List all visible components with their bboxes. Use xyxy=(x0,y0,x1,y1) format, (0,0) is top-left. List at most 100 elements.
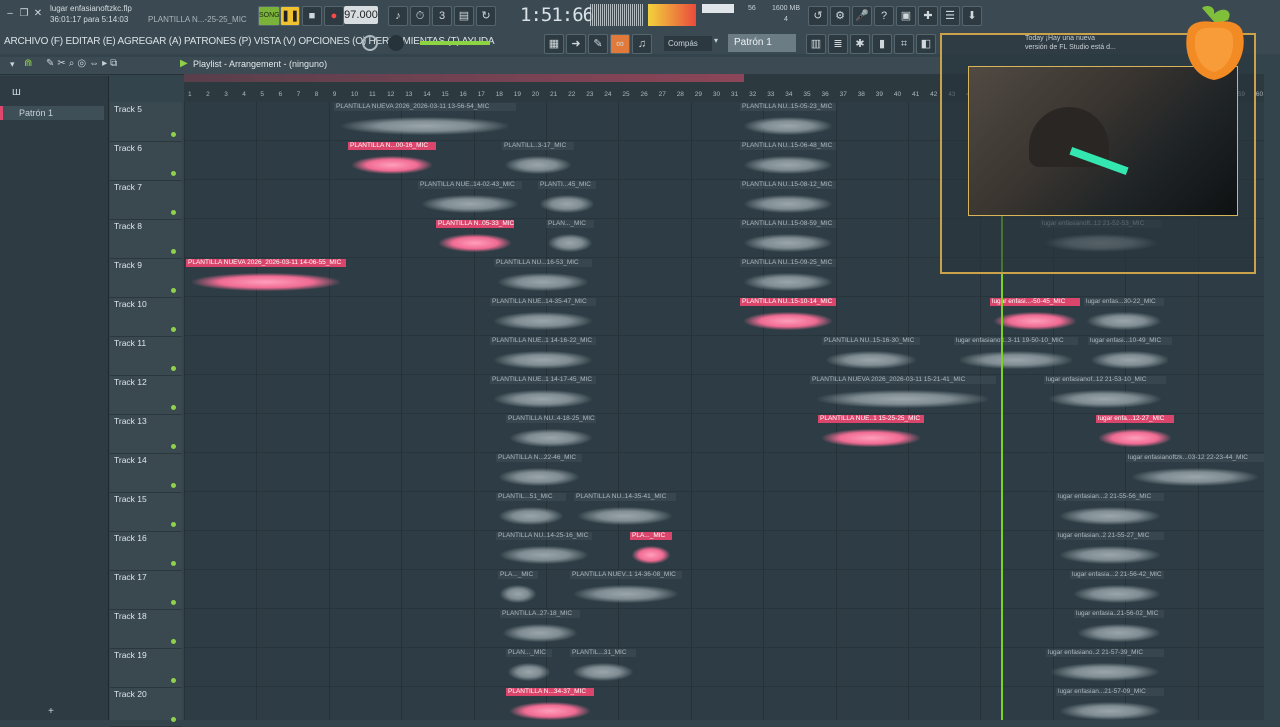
stop-button[interactable]: ■ xyxy=(302,6,322,26)
chat-icon[interactable]: ☰ xyxy=(940,6,960,26)
plugin-icon[interactable]: ✚ xyxy=(918,6,938,26)
save-icon[interactable]: ▣ xyxy=(896,6,916,26)
tempo-field[interactable]: 97.000 xyxy=(344,6,378,24)
track-mute-led[interactable] xyxy=(171,639,176,644)
track-header[interactable]: Track 18 xyxy=(110,609,182,649)
audio-clip[interactable]: lugar enfasian...21-57-09_MIC xyxy=(1056,688,1164,720)
step-edit-icon[interactable]: ▤ xyxy=(454,6,474,26)
help-icon[interactable]: ? xyxy=(874,6,894,26)
tool-icons[interactable]: ✎✂⌕◎⇔▸⧉ xyxy=(46,58,120,69)
audio-clip[interactable]: PLANTILLA NU..15-05-23_MIC xyxy=(740,103,836,139)
audio-clip[interactable]: lugar enfasi...10-49_MIC xyxy=(1088,337,1172,373)
audio-clip[interactable]: lugar enfasianoftzk...03-12 22-23-44_MIC xyxy=(1126,454,1264,490)
audio-clip[interactable]: PLANTILLA N..05-33_MIC xyxy=(436,220,514,256)
track-header[interactable]: Track 11 xyxy=(110,336,182,376)
chevron-down-icon[interactable]: ▾ xyxy=(714,36,718,45)
track-header[interactable]: Track 6 xyxy=(110,141,182,181)
track-header[interactable]: Track 9 xyxy=(110,258,182,298)
track-header[interactable]: Track 8 xyxy=(110,219,182,259)
audio-clip[interactable]: PLANTILLA NU..14-35-41_MIC xyxy=(574,493,676,529)
audio-clip[interactable]: lugar enfasianof..12 21-53-10_MIC xyxy=(1044,376,1166,412)
restore-button[interactable]: ❐ xyxy=(18,8,30,20)
audio-clip[interactable]: lugar enfasian...2 21-55-56_MIC xyxy=(1056,493,1164,529)
plugin-picker-icon[interactable]: ✱ xyxy=(850,34,870,54)
track-mute-led[interactable] xyxy=(171,561,176,566)
arrow-right-icon[interactable]: ➜ xyxy=(566,34,586,54)
piano-roll-icon[interactable]: ▥ xyxy=(806,34,826,54)
track-mute-led[interactable] xyxy=(171,444,176,449)
audio-clip[interactable]: PLANTILLA NUE..1 14-16-22_MIC xyxy=(490,337,596,373)
audio-clip[interactable]: PLANTILLA NUEVA 2026_2026-03-11 15-21-41… xyxy=(810,376,996,412)
pattern-view-icon[interactable]: ш xyxy=(12,86,21,98)
audio-clip[interactable]: lugar enfasi...-50-45_MIC xyxy=(990,298,1080,334)
audio-clip[interactable]: lugar enfa...12-27_MIC xyxy=(1096,415,1174,451)
audio-clip[interactable]: PLANTILLA NU..4-18-25_MIC xyxy=(506,415,596,451)
track-header[interactable]: Track 13 xyxy=(110,414,182,454)
master-volume-slider[interactable] xyxy=(420,41,490,45)
audio-clip[interactable]: PLANTILLA NU...16-53_MIC xyxy=(494,259,592,295)
audio-clip[interactable]: PLANTILLA NU..15-08-59_MIC xyxy=(740,220,836,256)
audio-clip[interactable]: PLANTILLA NUE..1 15-25-25_MIC xyxy=(818,415,924,451)
audio-clip[interactable]: PLANTILLA NUE..14-35-47_MIC xyxy=(490,298,596,334)
track-mute-led[interactable] xyxy=(171,288,176,293)
track-mute-led[interactable] xyxy=(171,327,176,332)
track-mute-led[interactable] xyxy=(171,249,176,254)
record-button[interactable]: ● xyxy=(324,6,344,26)
audio-clip[interactable]: lugar enfas...30-22_MIC xyxy=(1084,298,1164,334)
wait-record-icon[interactable]: ⏱ xyxy=(410,6,430,26)
channel-rack-icon[interactable]: ≣ xyxy=(828,34,848,54)
audio-clip[interactable]: PLANTILLA NU..15-09-25_MIC xyxy=(740,259,836,295)
audio-clip[interactable]: PLANTIL...31_MIC xyxy=(570,649,636,685)
track-mute-led[interactable] xyxy=(171,405,176,410)
audio-clip[interactable]: PLANTILL..3-17_MIC xyxy=(502,142,574,178)
loop-record-icon[interactable]: ↻ xyxy=(476,6,496,26)
audio-clip[interactable]: PLA..._MIC xyxy=(630,532,672,568)
audio-clip[interactable]: PLAN..._MIC xyxy=(506,649,552,685)
audio-clip[interactable]: lugar enfasiano..2 21-57-39_MIC xyxy=(1046,649,1164,685)
audio-clip[interactable]: PLANTILLA NU..15-16-30_MIC xyxy=(822,337,920,373)
sidebar-item-pattern[interactable]: Patrón 1 xyxy=(0,106,104,120)
track-header[interactable]: Track 5 xyxy=(110,102,182,142)
mixer-icon[interactable]: ⚙ xyxy=(830,6,850,26)
master-pitch-knob[interactable] xyxy=(362,35,378,51)
audio-clip[interactable]: PLA..._MIC xyxy=(498,571,538,607)
audio-clip[interactable]: PLANTILLA N...34-37_MIC xyxy=(506,688,594,720)
pause-button[interactable]: ❚❚ xyxy=(280,6,300,26)
track-mute-led[interactable] xyxy=(171,366,176,371)
metronome-icon[interactable]: ♪ xyxy=(388,6,408,26)
audio-clip[interactable]: lugar enfasianoft..3-11 19-50-10_MIC xyxy=(954,337,1078,373)
audio-clip[interactable]: PLANTILLA NUEV..1 14-36-08_MIC xyxy=(570,571,682,607)
brush-icon[interactable]: ✎ xyxy=(588,34,608,54)
audio-clip[interactable]: PLAN..._MIC xyxy=(546,220,594,256)
close-button[interactable]: ✕ xyxy=(32,8,44,20)
pattern-selector[interactable]: Patrón 1 xyxy=(728,34,796,52)
microphone-icon[interactable]: 🎤 xyxy=(852,6,872,26)
song-mode-toggle[interactable]: SONG xyxy=(258,6,280,26)
audio-clip[interactable]: PLANTILLA NUE..1 14-17-45_MIC xyxy=(490,376,596,412)
magnet-icon[interactable]: ⋒ xyxy=(24,58,32,69)
audio-clip[interactable]: PLANTILLA NUEVA 2026_2026-03-11 13-56-54… xyxy=(334,103,516,139)
overview-bar[interactable] xyxy=(184,74,744,82)
audio-clip[interactable]: PLANTILLA NU..14-25-16_MIC xyxy=(496,532,592,568)
track-header[interactable]: Track 17 xyxy=(110,570,182,610)
audio-clip[interactable]: PLANTILLA NU..15-10-14_MIC xyxy=(740,298,836,334)
tempo-tapper-icon[interactable]: ↺ xyxy=(808,6,828,26)
track-header[interactable]: Track 10 xyxy=(110,297,182,337)
video-icon[interactable]: ◧ xyxy=(916,34,936,54)
audio-clip[interactable]: PLANTILLA NUEVA 2026_2026-03-11 14-06-55… xyxy=(186,259,346,295)
add-icon[interactable]: + xyxy=(48,706,54,717)
update-notification[interactable]: Today ¡Hay una nueva versión de FL Studi… xyxy=(1025,34,1116,52)
audio-clip[interactable]: PLANTILLA NU..15-06-48_MIC xyxy=(740,142,836,178)
audio-clip[interactable]: PLANTILLA..27-18_MIC xyxy=(500,610,580,646)
track-mute-led[interactable] xyxy=(171,132,176,137)
playlist-icon[interactable]: ▦ xyxy=(544,34,564,54)
track-mute-led[interactable] xyxy=(171,483,176,488)
track-header[interactable]: Track 12 xyxy=(110,375,182,415)
browser-icon[interactable]: ⌗ xyxy=(894,34,914,54)
track-header[interactable]: Track 20 xyxy=(110,687,182,727)
track-mute-led[interactable] xyxy=(171,210,176,215)
audio-clip[interactable]: PLANTILLA N...00-16_MIC xyxy=(348,142,436,178)
play-icon[interactable]: ▶ xyxy=(180,58,188,69)
stamp-icon[interactable]: ♫ xyxy=(632,34,652,54)
audio-clip[interactable]: PLANTILLA N...22-46_MIC xyxy=(496,454,582,490)
